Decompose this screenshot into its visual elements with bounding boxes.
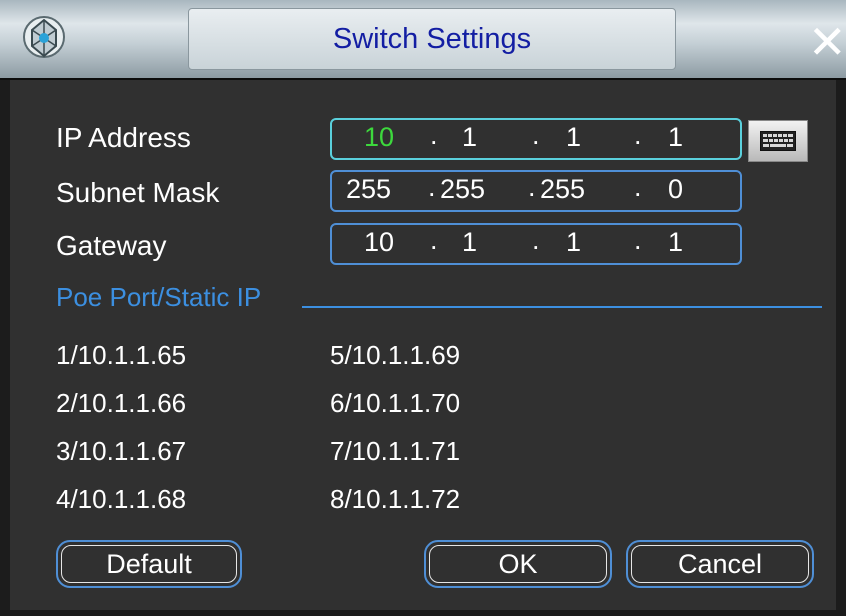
octet-separator: . <box>634 172 642 202</box>
ok-button-label: OK <box>498 548 538 579</box>
poe-port-item: 8/10.1.1.72 <box>330 484 461 514</box>
octet-separator: . <box>430 225 438 255</box>
gateway-label: Gateway <box>56 230 167 261</box>
ip-address-field[interactable]: 10 . 1 . 1 . 1 <box>330 118 742 160</box>
poe-port-item: 1/10.1.1.65 <box>56 340 187 370</box>
octet-separator: . <box>634 120 642 150</box>
ip-octet-4[interactable]: 1 <box>668 122 683 153</box>
mask-octet-4[interactable]: 0 <box>668 174 683 205</box>
mask-octet-2[interactable]: 255 <box>440 174 485 205</box>
subnet-mask-label: Subnet Mask <box>56 177 220 208</box>
default-button-label: Default <box>106 548 192 579</box>
gateway-field[interactable]: 10 . 1 . 1 . 1 <box>330 223 742 265</box>
poe-port-item: 4/10.1.1.68 <box>56 484 187 514</box>
poe-port-item: 6/10.1.1.70 <box>330 388 461 418</box>
subnet-mask-field[interactable]: 255 . 255 . 255 . 0 <box>330 170 742 212</box>
octet-separator: . <box>532 120 540 150</box>
cancel-button[interactable]: Cancel <box>626 540 814 588</box>
section-divider <box>302 306 822 308</box>
network-settings-icon <box>20 10 68 64</box>
poe-port-item: 2/10.1.1.66 <box>56 388 187 418</box>
poe-port-item: 3/10.1.1.67 <box>56 436 187 466</box>
poe-section-title: Poe Port/Static IP <box>56 282 262 312</box>
octet-separator: . <box>532 225 540 255</box>
ip-octet-2[interactable]: 1 <box>462 122 477 153</box>
gateway-octet-1[interactable]: 10 <box>364 227 394 258</box>
poe-port-item: 5/10.1.1.69 <box>330 340 461 370</box>
ok-button[interactable]: OK <box>424 540 612 588</box>
keyboard-button[interactable] <box>748 120 808 162</box>
poe-port-item: 7/10.1.1.71 <box>330 436 461 466</box>
default-button[interactable]: Default <box>56 540 242 588</box>
ip-octet-3[interactable]: 1 <box>566 122 581 153</box>
mask-octet-3[interactable]: 255 <box>540 174 585 205</box>
octet-separator: . <box>428 172 436 202</box>
dialog-title: Switch Settings <box>188 8 676 70</box>
octet-separator: . <box>430 120 438 150</box>
gateway-octet-2[interactable]: 1 <box>462 227 477 258</box>
close-icon[interactable]: ✕ <box>808 19 846 65</box>
ip-address-label: IP Address <box>56 122 191 153</box>
title-bar: Switch Settings ✕ <box>0 0 846 80</box>
ip-octet-1[interactable]: 10 <box>364 122 394 153</box>
gateway-octet-4[interactable]: 1 <box>668 227 683 258</box>
cancel-button-label: Cancel <box>677 548 763 579</box>
mask-octet-1[interactable]: 255 <box>346 174 391 205</box>
octet-separator: . <box>528 172 536 202</box>
gateway-octet-3[interactable]: 1 <box>566 227 581 258</box>
keyboard-icon <box>760 131 796 151</box>
octet-separator: . <box>634 225 642 255</box>
